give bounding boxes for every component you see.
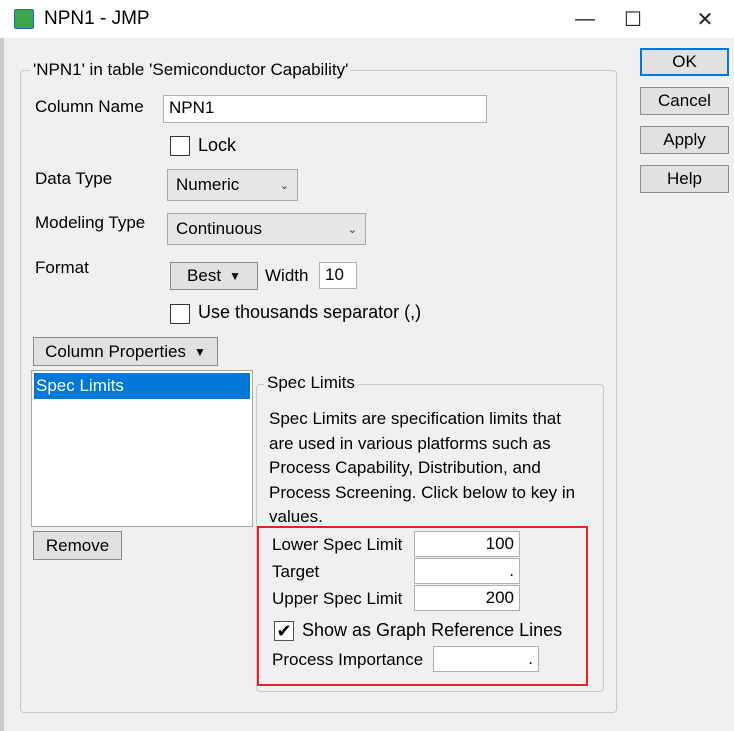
column-name-input[interactable]: NPN1 (163, 95, 487, 123)
thousands-label: Use thousands separator (,) (198, 302, 422, 322)
apply-button[interactable]: Apply (640, 126, 729, 154)
width-label: Width (265, 266, 309, 285)
modeling-type-label: Modeling Type (35, 213, 146, 232)
remove-button[interactable]: Remove (33, 531, 122, 560)
caret-down-icon: ▼ (229, 269, 241, 283)
caret-down-icon: ▼ (193, 344, 206, 359)
chevron-down-icon: ⌄ (347, 223, 357, 236)
background-app-strip (0, 38, 4, 731)
column-name-label: Column Name (35, 97, 144, 116)
width-input[interactable]: 10 (319, 262, 357, 289)
lsl-label: Lower Spec Limit (272, 535, 403, 554)
cancel-button[interactable]: Cancel (640, 87, 729, 115)
help-button[interactable]: Help (640, 165, 729, 193)
importance-label: Process Importance (272, 650, 424, 669)
lock-label: Lock (198, 135, 237, 155)
close-button[interactable]: ✕ (682, 0, 728, 38)
lsl-input[interactable]: 100 (414, 531, 520, 557)
format-value: Best (187, 266, 222, 285)
jmp-table-icon (14, 9, 34, 29)
data-type-value: Numeric (176, 175, 240, 194)
target-input[interactable]: . (414, 558, 520, 584)
modeling-type-value: Continuous (176, 219, 263, 238)
column-properties-label: Column Properties (45, 341, 186, 361)
spec-limits-description: Spec Limits are specification limits tha… (269, 409, 576, 526)
minimize-button[interactable]: — (562, 0, 608, 38)
lock-checkbox[interactable] (170, 136, 190, 156)
maximize-button[interactable]: ☐ (610, 0, 656, 38)
properties-list[interactable]: Spec Limits (31, 370, 253, 527)
usl-input[interactable]: 200 (414, 585, 520, 611)
data-type-label: Data Type (35, 169, 113, 188)
target-label: Target (272, 562, 320, 581)
group-title: 'NPN1' in table 'Semiconductor Capabilit… (30, 60, 352, 80)
format-label: Format (35, 258, 89, 277)
data-type-select[interactable]: Numeric ⌄ (167, 169, 298, 201)
modeling-type-select[interactable]: Continuous ⌄ (167, 213, 366, 245)
window-title: NPN1 - JMP (44, 8, 150, 29)
title-bar: NPN1 - JMP — ☐ ✕ (0, 0, 734, 38)
checkmark-icon: ✔ (276, 620, 292, 641)
thousands-checkbox[interactable] (170, 304, 190, 324)
show-lines-checkbox[interactable]: ✔ (274, 621, 294, 641)
importance-input[interactable]: . (433, 646, 539, 672)
list-item-spec-limits[interactable]: Spec Limits (34, 373, 250, 399)
ok-button[interactable]: OK (640, 48, 729, 76)
format-dropdown[interactable]: Best ▼ (170, 262, 258, 290)
show-lines-label: Show as Graph Reference Lines (302, 620, 563, 640)
column-properties-dropdown[interactable]: Column Properties ▼ (33, 337, 218, 366)
spec-limits-title: Spec Limits (264, 373, 358, 393)
usl-label: Upper Spec Limit (272, 589, 403, 608)
chevron-down-icon: ⌄ (279, 179, 289, 192)
